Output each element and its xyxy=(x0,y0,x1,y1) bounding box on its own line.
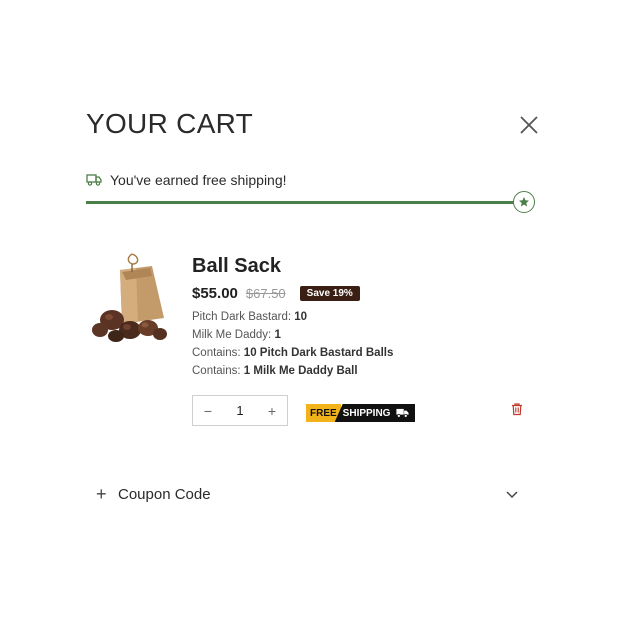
close-button[interactable] xyxy=(516,112,542,138)
quantity-increase-button[interactable]: + xyxy=(257,403,287,419)
free-shipping-message: You've earned free shipping! xyxy=(86,172,287,188)
property-line: Milk Me Daddy: 1 xyxy=(192,329,281,341)
product-name[interactable]: Ball Sack xyxy=(192,255,281,278)
truck-icon xyxy=(396,408,410,418)
product-image xyxy=(92,253,167,342)
coupon-left: + Coupon Code xyxy=(96,485,211,503)
compare-at-price: $67.50 xyxy=(245,286,286,301)
quantity-decrease-button[interactable]: − xyxy=(193,403,223,419)
star-icon xyxy=(519,197,529,207)
remove-item-button[interactable] xyxy=(510,402,524,416)
shipping-progress-bar xyxy=(86,201,523,204)
quantity-value[interactable]: 1 xyxy=(236,403,243,418)
shipping-label: SHIPPING xyxy=(342,407,391,419)
trash-icon xyxy=(512,403,522,416)
cart-title: YOUR CART xyxy=(86,108,254,139)
shipping-label-wrap: SHIPPING xyxy=(334,404,416,422)
free-shipping-text: You've earned free shipping! xyxy=(110,172,287,188)
plus-icon: + xyxy=(96,484,107,504)
truck-icon xyxy=(86,174,102,186)
price-row: $55.00 $67.50 Save 19% xyxy=(192,285,360,302)
current-price: $55.00 xyxy=(192,285,238,302)
save-badge: Save 19% xyxy=(299,286,360,301)
quantity-stepper: − 1 + xyxy=(192,395,288,426)
property-line: Pitch Dark Bastard: 10 xyxy=(192,311,308,323)
product-properties: Pitch Dark Bastard: 10 Milk Me Daddy: 1 … xyxy=(192,308,393,380)
property-line: Contains: 1 Milk Me Daddy Ball xyxy=(192,365,358,377)
chevron-down-icon xyxy=(506,491,518,499)
property-line: Contains: 10 Pitch Dark Bastard Balls xyxy=(192,347,394,359)
shipping-progress-fill xyxy=(86,201,523,204)
free-shipping-badge: FREE SHIPPING xyxy=(306,404,416,422)
coupon-label: Coupon Code xyxy=(118,485,211,503)
free-label: FREE xyxy=(306,404,341,422)
progress-goal-marker xyxy=(513,191,535,213)
coupon-code-toggle[interactable]: + Coupon Code xyxy=(96,484,519,504)
close-icon xyxy=(520,116,538,134)
